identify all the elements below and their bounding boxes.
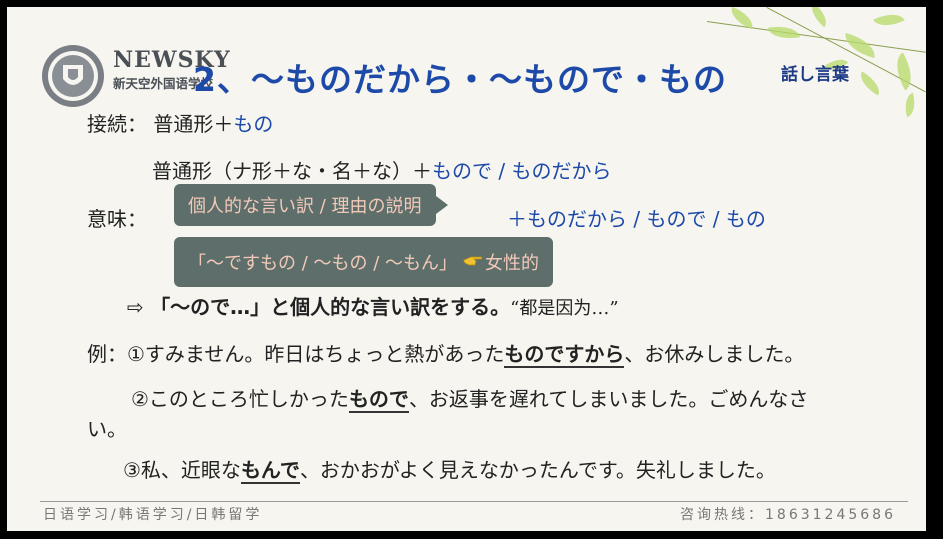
school-logo-icon xyxy=(42,45,104,107)
meaning-label: 意味： xyxy=(87,207,147,231)
footer-divider xyxy=(40,501,908,502)
footer-hotline: 咨询热线：18631245686 xyxy=(680,507,896,523)
connection-label: 接続： xyxy=(87,112,147,136)
slide-title: 2、～ものだから・～もので・もの xyxy=(193,60,727,99)
example-3: ③私、近眼なもんで、おかおがよく見えなかったんです。失礼しました。 xyxy=(123,453,913,487)
example-2-wrap: い。 xyxy=(87,417,127,441)
examples-label: 例： xyxy=(87,342,127,366)
connection-value-1: もの xyxy=(233,112,274,136)
pointing-hand-icon xyxy=(463,252,483,273)
example-2-post: 、お返事を遅れてしまいました。ごめんなさ xyxy=(408,387,809,411)
example-1: 例：①すみません。昨日はちょっと熱があったものですから、お休みしました。 xyxy=(87,337,917,371)
example-1-key: ものですから xyxy=(504,342,625,368)
arrow-icon: ⇨ xyxy=(127,295,144,319)
feminine-callout: 「～ですもの / ～もの / ～もん」 女性的 xyxy=(174,237,554,287)
usage-note-cn: “都是因为…” xyxy=(510,298,619,319)
feminine-forms: 「～ですもの / ～もの / ～もん」 xyxy=(188,253,458,274)
footer-left: 日语学习/韩语学习/日韩留学 xyxy=(43,507,263,523)
example-1-pre: ①すみません。昨日はちょっと熱があった xyxy=(127,342,505,366)
slide: NEWSKY 新天空外国语学校 2、～ものだから・～もので・もの 話し言葉 接続… xyxy=(7,7,926,531)
example-2-key: もので xyxy=(348,387,409,413)
example-3-pre: ③私、近眼な xyxy=(123,458,241,482)
meaning-forms: ＋ものだから / もので / もの xyxy=(507,207,766,231)
connection-row: 接続： 普通形＋もの xyxy=(87,108,273,137)
connection-row-2: 普通形（ナ形＋な・名＋な）＋もので / ものだから xyxy=(152,155,611,184)
connection-form-2: 普通形（ナ形＋な・名＋な）＋ xyxy=(152,159,432,183)
connection-form-1: 普通形＋ xyxy=(153,112,234,136)
meaning-callout: 個人的な言い訳 / 理由の説明 xyxy=(174,184,448,226)
usage-note-text: 「～ので…」と個人的な言い訳をする。 xyxy=(150,295,511,319)
example-2-pre: ②このところ忙しかった xyxy=(131,387,349,411)
example-3-key: もんで xyxy=(240,458,300,484)
example-1-post: 、お休みしました。 xyxy=(624,342,805,366)
usage-note: ⇨ 「～ので…」と個人的な言い訳をする。“都是因为…” xyxy=(127,291,619,320)
connection-value-2: もので / ものだから xyxy=(432,159,612,183)
series-label: 話し言葉 xyxy=(781,65,849,85)
example-2: ②このところ忙しかったもので、お返事を遅れてしまいました。ごめんなさ xyxy=(131,382,921,416)
feminine-tag: 女性的 xyxy=(485,253,540,274)
example-3-post: 、おかおがよく見えなかったんです。失礼しました。 xyxy=(299,458,776,482)
